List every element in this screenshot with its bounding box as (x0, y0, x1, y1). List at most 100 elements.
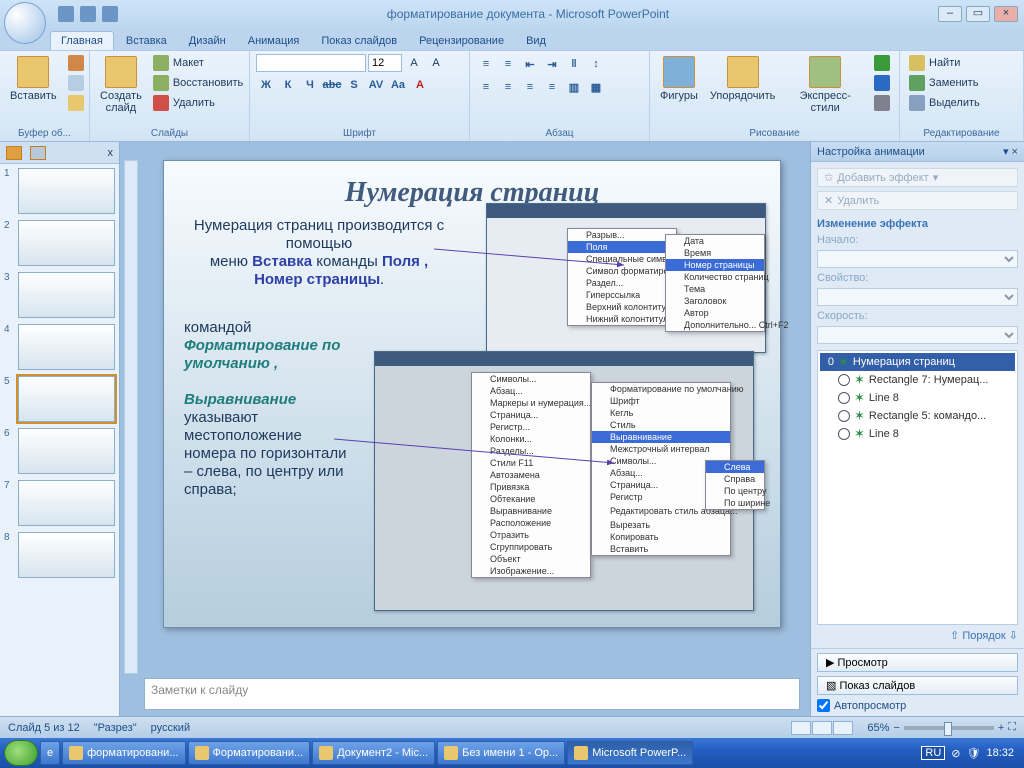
animation-pane-close[interactable]: ▾ × (1003, 145, 1018, 158)
slideshow-view-button[interactable] (833, 721, 853, 735)
taskbar-item[interactable]: форматировани... (62, 741, 185, 765)
strikethrough-button[interactable]: abc (322, 75, 342, 95)
maximize-button[interactable]: ▭ (966, 6, 990, 22)
justify-button[interactable]: ≡ (542, 77, 562, 97)
slide-canvas[interactable]: Нумерация страниц Нумерация страниц прои… (163, 160, 781, 628)
align-right-button[interactable]: ≡ (520, 77, 540, 97)
slide-thumbnail[interactable]: 5 (4, 376, 115, 422)
undo-icon[interactable] (80, 6, 96, 22)
start-button[interactable] (4, 740, 38, 766)
zoom-slider[interactable] (904, 726, 994, 730)
autoplay-checkbox[interactable]: Автопросмотр (817, 699, 1018, 712)
shape-fill-button[interactable] (871, 54, 893, 72)
slide-text-3[interactable]: Выравнивание указывают местоположение но… (184, 391, 354, 499)
zoom-value[interactable]: 65% (867, 722, 889, 734)
slides-tab-icon[interactable] (6, 146, 22, 160)
slideshow-button[interactable]: ▧ Показ слайдов (817, 676, 1018, 695)
notes-pane[interactable]: Заметки к слайду (144, 678, 800, 710)
fit-button[interactable]: ⛶ (1008, 721, 1016, 734)
outline-tab-icon[interactable] (30, 146, 46, 160)
effect-item[interactable]: ✶Rectangle 5: командо... (820, 407, 1015, 425)
align-left-button[interactable]: ≡ (476, 77, 496, 97)
convert-smartart-button[interactable]: ▦ (586, 77, 606, 97)
tray-icon[interactable]: ⊘ (951, 747, 960, 760)
change-case-button[interactable]: Aa (388, 75, 408, 95)
remove-effect-button[interactable]: ✕ Удалить (817, 191, 1018, 210)
tab-design[interactable]: Дизайн (179, 32, 236, 50)
shape-effects-button[interactable] (871, 94, 893, 112)
find-button[interactable]: Найти (906, 54, 983, 72)
new-slide-button[interactable]: Создать слайд (96, 54, 146, 116)
font-color-button[interactable]: A (410, 75, 430, 95)
text-direction-button[interactable]: ↕ (586, 54, 606, 74)
tab-home[interactable]: Главная (50, 31, 114, 50)
zoom-in-button[interactable]: + (998, 722, 1004, 734)
save-icon[interactable] (58, 6, 74, 22)
add-effect-button[interactable]: ✩ Добавить эффект ▾ (817, 168, 1018, 187)
italic-button[interactable]: К (278, 75, 298, 95)
indent-dec-button[interactable]: ⇤ (520, 54, 540, 74)
preview-button[interactable]: ▶ Просмотр (817, 653, 1018, 672)
arrange-button[interactable]: Упорядочить (706, 54, 779, 104)
property-select[interactable] (817, 288, 1018, 306)
taskbar-item[interactable]: Документ2 - Mic... (312, 741, 435, 765)
slide-text-1[interactable]: Нумерация страниц производится с помощью… (184, 217, 454, 289)
tab-view[interactable]: Вид (516, 32, 556, 50)
tray-time[interactable]: 18:32 (986, 747, 1014, 759)
close-panel-button[interactable]: x (108, 147, 114, 159)
char-spacing-button[interactable]: AV (366, 75, 386, 95)
shape-outline-button[interactable] (871, 74, 893, 92)
tab-animation[interactable]: Анимация (238, 32, 310, 50)
zoom-out-button[interactable]: − (893, 722, 899, 734)
close-button[interactable]: × (994, 6, 1018, 22)
tray-icon[interactable]: 🛡 (967, 747, 981, 760)
slide-text-2[interactable]: командой Форматирование по умолчанию , (184, 319, 384, 373)
align-center-button[interactable]: ≡ (498, 77, 518, 97)
effect-item[interactable]: ✶Rectangle 7: Нумерац... (820, 371, 1015, 389)
delete-slide-button[interactable]: Удалить (150, 94, 246, 112)
shrink-font-button[interactable]: A (426, 54, 446, 72)
font-name-input[interactable] (256, 54, 366, 72)
tab-review[interactable]: Рецензирование (409, 32, 514, 50)
speed-select[interactable] (817, 326, 1018, 344)
replace-button[interactable]: Заменить (906, 74, 983, 92)
effects-list[interactable]: 0✶Нумерация страниц✶Rectangle 7: Нумерац… (817, 350, 1018, 625)
redo-icon[interactable] (102, 6, 118, 22)
taskbar-ie[interactable]: e (40, 741, 60, 765)
sorter-view-button[interactable] (812, 721, 832, 735)
underline-button[interactable]: Ч (300, 75, 320, 95)
columns-button[interactable]: ▥ (564, 77, 584, 97)
bullets-button[interactable]: ≡ (476, 54, 496, 74)
select-button[interactable]: Выделить (906, 94, 983, 112)
effect-item[interactable]: ✶Line 8 (820, 425, 1015, 443)
numbering-button[interactable]: ≡ (498, 54, 518, 74)
slide-thumbnail[interactable]: 2 (4, 220, 115, 266)
slide-thumbnail[interactable]: 3 (4, 272, 115, 318)
shadow-button[interactable]: S (344, 75, 364, 95)
slide-thumbnail[interactable]: 1 (4, 168, 115, 214)
normal-view-button[interactable] (791, 721, 811, 735)
minimize-button[interactable]: – (938, 6, 962, 22)
tray-language[interactable]: RU (921, 746, 945, 760)
effect-item[interactable]: 0✶Нумерация страниц (820, 353, 1015, 371)
effect-item[interactable]: ✶Line 8 (820, 389, 1015, 407)
start-select[interactable] (817, 250, 1018, 268)
indent-inc-button[interactable]: ⇥ (542, 54, 562, 74)
restore-button[interactable]: Восстановить (150, 74, 246, 92)
cut-button[interactable] (65, 54, 87, 72)
layout-button[interactable]: Макет (150, 54, 246, 72)
bold-button[interactable]: Ж (256, 75, 276, 95)
paste-button[interactable]: Вставить (6, 54, 61, 104)
tab-slideshow[interactable]: Показ слайдов (311, 32, 407, 50)
line-spacing-button[interactable]: ‖ (564, 54, 584, 74)
slide-thumbnail[interactable]: 6 (4, 428, 115, 474)
slide-thumbnail[interactable]: 8 (4, 532, 115, 578)
office-button[interactable] (4, 2, 46, 44)
tab-insert[interactable]: Вставка (116, 32, 177, 50)
shapes-button[interactable]: Фигуры (656, 54, 702, 104)
quick-styles-button[interactable]: Экспресс-стили (783, 54, 867, 116)
copy-button[interactable] (65, 74, 87, 92)
status-language[interactable]: русский (151, 722, 190, 734)
font-size-input[interactable] (368, 54, 402, 72)
grow-font-button[interactable]: A (404, 54, 424, 72)
